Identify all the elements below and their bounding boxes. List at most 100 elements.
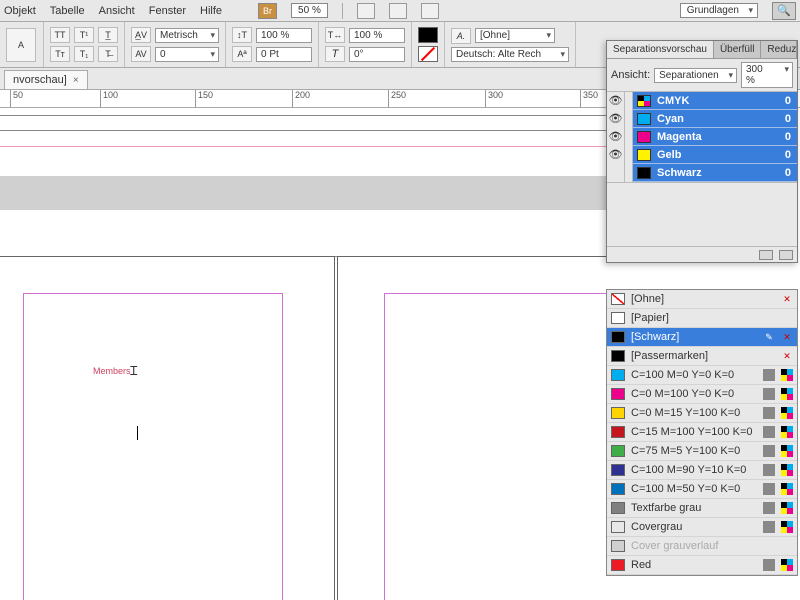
swatch-row[interactable]: [Papier] bbox=[607, 309, 797, 328]
ruler-tick: 150 bbox=[195, 90, 213, 108]
visibility-icon[interactable]: 👁 bbox=[607, 110, 625, 128]
swatches-panel[interactable]: [Ohne]✕[Papier][Schwarz]✎✕[Passermarken]… bbox=[606, 289, 798, 576]
baseline-input[interactable]: 0 Pt bbox=[256, 47, 312, 62]
swatch-icon bbox=[611, 521, 625, 533]
separation-row[interactable]: 👁 Cyan0 bbox=[607, 110, 797, 128]
visibility-icon[interactable]: 👁 bbox=[607, 146, 625, 164]
ink-name: Cyan bbox=[655, 113, 779, 125]
screen-mode-icon[interactable] bbox=[389, 3, 407, 19]
margin-frame-left bbox=[23, 293, 283, 600]
bridge-icon[interactable]: Br bbox=[258, 3, 277, 19]
process-icon bbox=[763, 559, 775, 571]
superscript-button[interactable]: T¹ bbox=[74, 27, 94, 43]
visibility-icon[interactable] bbox=[607, 164, 625, 182]
smallcaps-button[interactable]: Tᴛ bbox=[50, 46, 70, 62]
swatch-row[interactable]: C=0 M=15 Y=100 K=0 bbox=[607, 404, 797, 423]
fill-color-icon[interactable] bbox=[418, 27, 438, 43]
swatch-row[interactable]: C=15 M=100 Y=100 K=0 bbox=[607, 423, 797, 442]
menu-fenster[interactable]: Fenster bbox=[149, 5, 186, 17]
kerning-icon: A̲V bbox=[131, 27, 151, 43]
swatch-name: C=0 M=100 Y=0 K=0 bbox=[631, 388, 757, 400]
stroke-color-icon[interactable] bbox=[418, 46, 438, 62]
swatch-row[interactable]: C=0 M=100 Y=0 K=0 bbox=[607, 385, 797, 404]
document-tab[interactable]: nvorschau] × bbox=[4, 70, 88, 89]
separation-row[interactable]: Schwarz0 bbox=[607, 164, 797, 182]
panel-footer-icon[interactable] bbox=[759, 250, 773, 260]
menu-objekt[interactable]: Objekt bbox=[4, 5, 36, 17]
panel-footer-icon[interactable] bbox=[779, 250, 793, 260]
ink-swatch-icon bbox=[637, 131, 651, 143]
workspace-dropdown[interactable]: Grundlagen bbox=[680, 3, 758, 18]
swatch-name: [Papier] bbox=[631, 312, 793, 324]
separation-row[interactable]: 👁Gelb0 bbox=[607, 146, 797, 164]
swatch-row[interactable]: C=75 M=5 Y=100 K=0 bbox=[607, 442, 797, 461]
menu-hilfe[interactable]: Hilfe bbox=[200, 5, 222, 17]
strike-button[interactable]: T̶ bbox=[98, 46, 118, 62]
skew-input[interactable]: 0° bbox=[349, 47, 405, 62]
tracking-icon: AV bbox=[131, 46, 151, 62]
swatch-icon bbox=[611, 312, 625, 324]
tracking-dropdown[interactable]: 0 bbox=[155, 47, 219, 62]
visibility-icon[interactable]: 👁 bbox=[607, 92, 625, 110]
swatch-row[interactable]: Covergrau bbox=[607, 518, 797, 537]
guide-line bbox=[0, 130, 606, 131]
close-icon[interactable]: × bbox=[73, 75, 79, 86]
swatch-row[interactable]: C=100 M=90 Y=10 K=0 bbox=[607, 461, 797, 480]
char-panel-icon[interactable]: A bbox=[6, 28, 36, 62]
swatch-icon bbox=[611, 331, 625, 343]
zoom-level[interactable]: 50 % bbox=[291, 3, 328, 18]
swatch-name: C=75 M=5 Y=100 K=0 bbox=[631, 445, 757, 457]
process-icon bbox=[763, 483, 775, 495]
swatch-name: C=15 M=100 Y=100 K=0 bbox=[631, 426, 757, 438]
panel-tabs: Separationsvorschau Überfüll Reduzie bbox=[607, 41, 797, 59]
language-dropdown[interactable]: Deutsch: Alte Rech bbox=[451, 47, 569, 62]
view-dropdown[interactable]: Separationen bbox=[654, 68, 737, 83]
swatch-row[interactable]: C=100 M=50 Y=0 K=0 bbox=[607, 480, 797, 499]
hscale-input[interactable]: 100 % bbox=[349, 28, 405, 43]
charstyle-icon: A. bbox=[451, 28, 471, 44]
swatch-row[interactable]: C=100 M=0 Y=0 K=0 bbox=[607, 366, 797, 385]
ink-name: Schwarz bbox=[655, 167, 779, 179]
separation-row[interactable]: 👁Magenta0 bbox=[607, 128, 797, 146]
swatch-row[interactable]: [Schwarz]✎✕ bbox=[607, 328, 797, 347]
separations-panel[interactable]: Separationsvorschau Überfüll Reduzie Ans… bbox=[606, 40, 798, 263]
skew-icon: T bbox=[325, 46, 345, 62]
visibility-icon[interactable]: 👁 bbox=[607, 128, 625, 146]
vscale-input[interactable]: 100 % bbox=[256, 28, 312, 43]
ink-swatch-icon bbox=[637, 149, 651, 161]
separation-row[interactable]: 👁CMYK0 bbox=[607, 92, 797, 110]
menu-tabelle[interactable]: Tabelle bbox=[50, 5, 85, 17]
menu-ansicht[interactable]: Ansicht bbox=[99, 5, 135, 17]
subscript-button[interactable]: T₁ bbox=[74, 46, 94, 62]
swatch-icon bbox=[611, 388, 625, 400]
document-canvas[interactable]: Members Ꮖ bbox=[0, 108, 606, 600]
kerning-dropdown[interactable]: Metrisch bbox=[155, 28, 219, 43]
cmyk-icon bbox=[781, 388, 793, 400]
ink-value: 0 bbox=[779, 113, 797, 125]
text-members[interactable]: Members bbox=[93, 366, 131, 376]
charstyle-dropdown[interactable]: [Ohne] bbox=[475, 28, 555, 43]
arrange-icon[interactable] bbox=[421, 3, 439, 19]
ink-name: CMYK bbox=[655, 95, 779, 107]
sep-zoom-dropdown[interactable]: 300 % bbox=[741, 62, 793, 88]
underline-button[interactable]: T̲ bbox=[98, 27, 118, 43]
swatch-name: [Passermarken] bbox=[631, 350, 775, 362]
text-cursor-icon: Ꮖ bbox=[130, 364, 138, 379]
tab-separations[interactable]: Separationsvorschau bbox=[607, 41, 714, 58]
cmyk-icon bbox=[781, 426, 793, 438]
swatch-row[interactable]: [Passermarken]✕ bbox=[607, 347, 797, 366]
ink-value: 0 bbox=[779, 131, 797, 143]
view-mode-icon[interactable] bbox=[357, 3, 375, 19]
allcaps-button[interactable]: TT bbox=[50, 27, 70, 43]
swatch-row[interactable]: [Ohne]✕ bbox=[607, 290, 797, 309]
cmyk-icon bbox=[781, 445, 793, 457]
tab-trap[interactable]: Überfüll bbox=[714, 41, 761, 58]
swatch-name: C=100 M=0 Y=0 K=0 bbox=[631, 369, 757, 381]
ink-name: Gelb bbox=[655, 149, 779, 161]
tab-flatten[interactable]: Reduzie bbox=[761, 41, 797, 58]
swatch-row[interactable]: Red bbox=[607, 556, 797, 575]
swatch-name: Covergrau bbox=[631, 521, 757, 533]
search-icon[interactable]: 🔍 bbox=[772, 2, 796, 20]
spacer bbox=[625, 164, 633, 182]
swatch-row[interactable]: Textfarbe grau bbox=[607, 499, 797, 518]
